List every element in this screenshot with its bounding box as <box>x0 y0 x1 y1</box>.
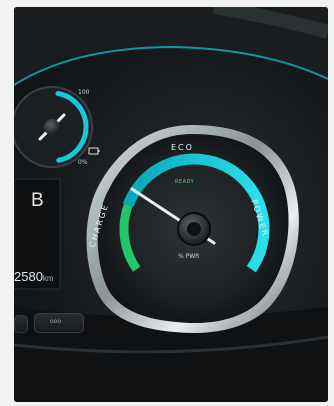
instrument-cluster-photo: 100 0% ECO CHARGE POWER READY % PWR B 25… <box>14 7 328 402</box>
cluster-artwork <box>14 7 328 402</box>
secondary-gauge-min-label: 0% <box>78 159 88 166</box>
gear-indicator: B <box>31 190 44 211</box>
dash-button[interactable]: ooo <box>34 313 84 333</box>
ready-indicator: READY <box>175 179 195 185</box>
eco-label: ECO <box>171 143 194 152</box>
odometer-unit: km <box>42 274 54 283</box>
odometer: 2580km <box>14 269 54 284</box>
dash-button-left[interactable] <box>14 315 28 333</box>
secondary-gauge-hub <box>44 119 60 135</box>
main-gauge-hub-center <box>187 222 201 236</box>
battery-plug-icon <box>88 147 100 155</box>
odometer-value: 2580 <box>14 269 43 284</box>
secondary-gauge-max-label: 100 <box>78 89 90 96</box>
dash-button-label: ooo <box>50 318 62 325</box>
power-unit-label: % PWR <box>178 253 200 260</box>
